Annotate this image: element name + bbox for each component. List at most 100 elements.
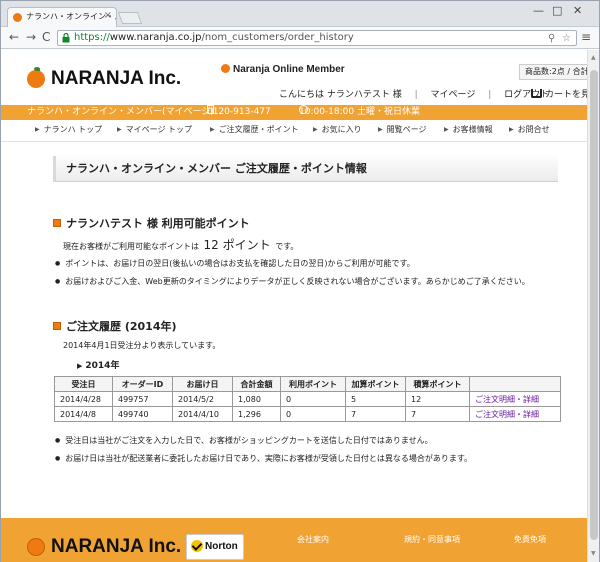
cell-delivery-date: 2014/5/2: [172, 391, 233, 407]
points-text-suffix: です。: [275, 242, 299, 251]
divider: [1, 141, 587, 142]
subnav-item-favorites[interactable]: お気に入り: [313, 124, 362, 135]
browser-tab[interactable]: ナランハ・オンライン・メンバー ×: [7, 7, 117, 27]
maximize-icon[interactable]: □: [552, 4, 562, 17]
greeting-text: こんにちは ナランハテスト 様: [279, 90, 402, 100]
scroll-up-icon[interactable]: ▲: [591, 54, 596, 61]
col-total-points: 積算ポイント: [405, 376, 470, 392]
cell-order-date: 2014/4/28: [54, 391, 113, 407]
cell-order-date: 2014/4/8: [54, 406, 113, 422]
footer-link-terms[interactable]: 規約・同意事項: [404, 534, 460, 545]
close-window-icon[interactable]: ✕: [573, 4, 582, 17]
history-note-1: 受注日は当社がご注文を入力した日で、お客様がショッピングカートを送信した日付では…: [55, 435, 432, 446]
mypage-link[interactable]: マイページ: [431, 87, 476, 100]
points-note-1: ポイントは、お届け日の翌日(後払いの場合はお支払を確認した日の翌日)からご利用が…: [55, 258, 414, 269]
new-tab-button[interactable]: [117, 12, 143, 24]
url-path: /nom_customers/order_history: [201, 32, 354, 43]
cart-summary: 商品数:2点 / 合計: [519, 64, 587, 80]
browser-menu-icon[interactable]: ≡: [581, 30, 591, 44]
year-toggle-2014[interactable]: 2014年: [77, 358, 119, 371]
col-added-points: 加算ポイント: [345, 376, 406, 392]
page-viewport: NARANJA Inc. Naranja Online Member こんにちは…: [1, 50, 587, 562]
points-summary: 現在お客様がご利用可能なポイントは 12 ポイント です。: [63, 236, 298, 253]
forward-arrow-icon[interactable]: →: [26, 30, 36, 44]
col-delivery-date: お届け日: [172, 376, 233, 392]
favicon-icon: [13, 13, 22, 22]
cell-delivery-date: 2014/4/10: [172, 406, 233, 422]
norton-label: Norton: [205, 541, 238, 552]
orange-logo-icon: [27, 67, 45, 88]
order-details-link[interactable]: ご注文明細・詳細: [475, 410, 539, 419]
history-note-2: お届け日は当社が配送業者に委託したお届け日であり、実際にお客様が受領した日付とは…: [55, 453, 472, 464]
site-footer: NARANJA Inc. Norton 会社案内 規約・同意事項 免責免項: [1, 518, 587, 562]
page-title: ナランハ・オンライン・メンバー ご注文履歴・ポイント情報: [53, 156, 558, 182]
address-bar[interactable]: https://www.naranja.co.jp/nom_customers/…: [57, 30, 577, 46]
cell-total-points: 12: [405, 391, 470, 407]
divider: |: [414, 90, 418, 100]
cell-details: ご注文明細・詳細: [469, 391, 561, 407]
subnav-item-customer-info[interactable]: お客様情報: [444, 124, 493, 135]
minimize-icon[interactable]: —: [533, 4, 544, 17]
subnav-item-order-history[interactable]: ご注文履歴・ポイント: [210, 124, 299, 135]
cell-total: 1,296: [232, 406, 281, 422]
section-marker-icon: [53, 322, 61, 330]
subnav-item-top[interactable]: ナランハ トップ: [35, 124, 103, 135]
orange-logo-icon: [27, 538, 45, 556]
subnav-item-contact[interactable]: お問合せ: [509, 124, 550, 135]
member-brand-text: Naranja Online Member: [233, 64, 345, 75]
scroll-down-icon[interactable]: ▼: [591, 550, 596, 557]
back-arrow-icon[interactable]: ←: [9, 30, 19, 44]
hours-text: 10:00-18:00 土曜・祝日休業: [299, 107, 420, 117]
points-heading-text: ナランハテスト 様 利用可能ポイント: [66, 217, 250, 230]
browser-window: ナランハ・オンライン・メンバー × — □ ✕ ← → C https://ww…: [0, 0, 600, 562]
info-site-name: ナランハ・オンライン・メンバー(マイページ): [27, 107, 214, 117]
cell-order-id: 499757: [112, 391, 173, 407]
points-note-2: お届けおよびご入金、Web更新のタイミングによりデータが正しく反映されない場合が…: [55, 276, 529, 287]
col-total: 合計金額: [232, 376, 281, 392]
points-value: 12 ポイント: [203, 238, 271, 252]
order-details-link[interactable]: ご注文明細・詳細: [475, 395, 539, 404]
browser-toolbar: ← → C https://www.naranja.co.jp/nom_cust…: [1, 27, 599, 49]
lock-icon: [62, 33, 70, 43]
section-marker-icon: [53, 219, 61, 227]
points-text-prefix: 現在お客様がご利用可能なポイントは: [63, 242, 199, 251]
view-cart-label: カートを見: [545, 90, 587, 100]
phone-number: 0120-913-477: [207, 107, 271, 117]
header-links: こんにちは ナランハテスト 様 | マイページ | ログアウト: [279, 87, 549, 100]
tab-close-icon[interactable]: ×: [104, 10, 112, 21]
col-order-id: オーダーID: [112, 376, 173, 392]
cell-total-points: 7: [405, 406, 470, 422]
col-used-points: 利用ポイント: [280, 376, 346, 392]
norton-check-icon: [191, 540, 203, 552]
title-bar: ナランハ・オンライン・メンバー × — □ ✕: [1, 1, 599, 27]
zoom-icon[interactable]: ⚲: [548, 32, 555, 46]
view-cart-button[interactable]: カートを見: [531, 87, 587, 100]
footer-link-disclaimer[interactable]: 免責免項: [514, 534, 546, 545]
scrollbar-thumb[interactable]: [590, 70, 598, 540]
url-scheme: https://: [74, 32, 110, 43]
col-order-date: 受注日: [54, 376, 113, 392]
member-orange-icon: [221, 64, 230, 73]
footer-link-company[interactable]: 会社案内: [297, 534, 329, 545]
subnav-item-mypage-top[interactable]: マイページ トップ: [117, 124, 192, 135]
info-bar: ナランハ・オンライン・メンバー(マイページ) 0120-913-477 10:0…: [1, 105, 587, 120]
footer-logo-text: NARANJA Inc.: [51, 536, 182, 557]
vertical-scrollbar[interactable]: ▲ ▼: [587, 50, 599, 562]
table-header-row: 受注日 オーダーID お届け日 合計金額 利用ポイント 加算ポイント 積算ポイン…: [54, 376, 561, 392]
history-intro: 2014年4月1日受注分より表示しています。: [63, 341, 221, 350]
bookmark-star-icon[interactable]: ☆: [562, 32, 571, 46]
table-row: 2014/4/28 499757 2014/5/2 1,080 0 5 12 ご…: [54, 391, 561, 407]
subnav-item-browsed[interactable]: 閲覧ページ: [378, 124, 427, 135]
logo-text: NARANJA Inc.: [51, 68, 182, 89]
member-brand: Naranja Online Member: [221, 64, 345, 75]
sub-navigation: ナランハ トップ マイページ トップ ご注文履歴・ポイント お気に入り 閲覧ペー…: [1, 124, 587, 138]
points-heading: ナランハテスト 様 利用可能ポイント: [53, 215, 250, 231]
divider: |: [488, 90, 492, 100]
col-details: [469, 376, 561, 392]
cell-added-points: 7: [345, 406, 406, 422]
reload-icon[interactable]: C: [42, 30, 50, 44]
cell-added-points: 5: [345, 391, 406, 407]
cart-icon: [531, 89, 542, 98]
cell-used-points: 0: [280, 406, 346, 422]
norton-badge[interactable]: Norton: [186, 534, 244, 560]
